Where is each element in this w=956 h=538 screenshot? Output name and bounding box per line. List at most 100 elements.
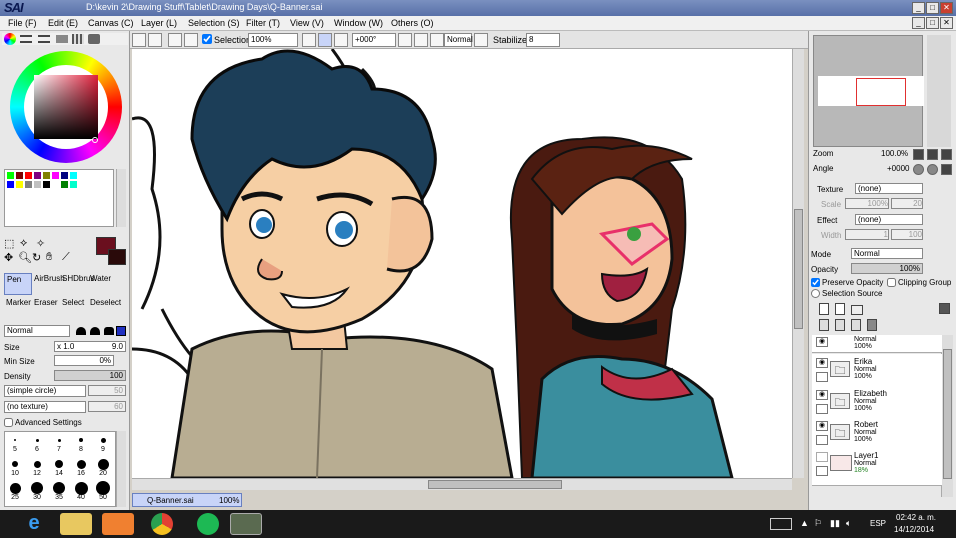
delete-layer-icon[interactable] [867,319,877,331]
rgb-slider-icon[interactable] [20,35,32,43]
hand-icon[interactable]: ✋︎ [46,251,52,264]
menu-layer[interactable]: Layer (L) [141,18,177,28]
tray-expand-icon[interactable]: ▲ [800,518,809,528]
brush-size-preset[interactable] [35,438,39,442]
brush-size-preset[interactable] [76,459,86,469]
palette-scrollbar[interactable] [116,169,126,227]
spotify-icon[interactable] [197,513,219,535]
lock-checkbox[interactable] [816,466,828,476]
hsv-slider-icon[interactable] [38,35,50,43]
transfer-down-icon[interactable] [819,319,829,331]
angle-select[interactable]: +000° [352,33,396,47]
min-size-field[interactable]: 0% [54,355,114,366]
zoom-reset-button[interactable] [334,33,348,47]
undo-button[interactable] [132,33,146,47]
menu-filter[interactable]: Filter (T) [246,18,280,28]
brush-size-preset[interactable] [97,458,109,470]
brush-size-preset[interactable] [57,438,61,442]
layer-effect-select[interactable]: (none) [855,214,923,225]
brush-size-preset[interactable] [9,482,21,494]
width-value[interactable]: 100 [891,229,923,240]
eyedropper-icon[interactable]: ⟋ [62,251,70,264]
scale-field[interactable]: 100% [845,198,889,209]
visibility-icon[interactable]: ◉ [816,421,828,431]
palette-swatch[interactable] [70,172,77,179]
layer-item-layer1[interactable]: Layer1 Normal 18% [812,448,942,486]
layer-list-scroll-thumb[interactable] [943,349,952,479]
redo-button[interactable] [148,33,162,47]
brush-texture-value[interactable]: 60 [88,401,126,412]
color-square[interactable] [34,75,98,139]
nav-rotate-left-button[interactable] [913,164,924,175]
scale-value[interactable]: 20 [891,198,923,209]
network-icon[interactable]: ▮▮ [830,518,840,529]
color-wheel[interactable] [10,51,122,163]
brush-size-preset[interactable] [31,482,43,494]
magic-wand-icon[interactable]: ✧ [36,237,45,250]
canvas-vertical-scrollbar[interactable] [792,49,804,478]
zoom-icon[interactable]: 🔍︎ [18,251,32,264]
brush-shape-select[interactable]: (simple circle) [4,385,86,397]
palette-swatch[interactable] [61,172,68,179]
visibility-icon[interactable]: ◉ [816,390,828,400]
flip-button[interactable] [474,33,488,47]
close-button[interactable]: ✕ [940,2,953,14]
menu-file[interactable]: File (F) [8,18,37,28]
menu-selection[interactable]: Selection (S) [188,18,240,28]
vertical-scroll-thumb[interactable] [794,209,803,329]
doc-close-button[interactable]: ✕ [940,17,953,29]
lock-checkbox[interactable] [816,404,828,414]
media-player-icon[interactable] [102,513,134,535]
menu-others[interactable]: Others (O) [391,18,434,28]
palette-swatch[interactable] [43,172,50,179]
preserve-opacity-checkbox[interactable] [811,278,820,287]
palette-swatch[interactable] [70,181,77,188]
deselect-button[interactable] [168,33,182,47]
volume-icon[interactable]: 🔈︎ [846,518,851,529]
layer-list-scrollbar[interactable] [941,335,953,497]
nav-rotate-right-button[interactable] [927,164,938,175]
minimize-button[interactable]: _ [912,2,925,14]
palette-swatch[interactable] [25,172,32,179]
drawing-canvas[interactable] [132,49,792,478]
shdbrush-tool[interactable]: SHDbrus [62,273,94,295]
clear-layer-icon[interactable] [851,319,861,331]
palette-swatch[interactable] [16,172,23,179]
brush-size-preset[interactable] [100,437,106,443]
doc-restore-button[interactable]: □ [926,17,939,29]
layer-mask-icon[interactable] [939,303,950,314]
canvas-horizontal-scrollbar[interactable] [132,478,792,490]
invert-selection-button[interactable] [184,33,198,47]
water-tool[interactable]: Water [90,273,120,295]
lock-checkbox[interactable] [816,372,828,382]
brush-shape-presets[interactable] [74,325,126,337]
stabilizer-select[interactable]: 8 [526,33,560,47]
eraser-tool[interactable]: Eraser [34,297,64,319]
swatches-icon[interactable] [72,34,84,44]
clock-date[interactable]: 14/12/2014 [894,525,934,534]
palette-swatch[interactable] [34,181,41,188]
palette-swatch[interactable] [34,172,41,179]
ie-icon[interactable]: e [18,513,50,535]
clipping-group-checkbox[interactable] [887,278,896,287]
rect-select-icon[interactable]: ⬚ [4,237,14,250]
document-tab[interactable]: Q-Banner.sai 100% [132,493,242,507]
brush-size-preset[interactable] [53,482,65,494]
width-field[interactable]: 1 [845,229,889,240]
visibility-icon[interactable]: ◉ [816,358,828,368]
airbrush-tool[interactable]: AirBrush [34,273,65,295]
selection-source-radio[interactable] [811,289,820,298]
size-field[interactable]: x 1.0 9.0 [54,341,126,352]
layer-opacity-field[interactable]: 100% [851,263,923,274]
menu-edit[interactable]: Edit (E) [48,18,78,28]
visibility-icon[interactable] [816,452,828,462]
color-picker-cursor[interactable] [92,137,98,143]
maximize-button[interactable]: □ [926,2,939,14]
rotate-icon[interactable]: ↻ [32,251,41,264]
layer-mode-select[interactable]: Normal [851,248,923,259]
advanced-settings-checkbox[interactable] [4,418,13,427]
zoom-select[interactable]: 100% [248,33,298,47]
clock-time[interactable]: 02:42 a. m. [896,513,936,522]
painttool-sai-icon[interactable] [230,513,262,535]
rotate-right-button[interactable] [414,33,428,47]
